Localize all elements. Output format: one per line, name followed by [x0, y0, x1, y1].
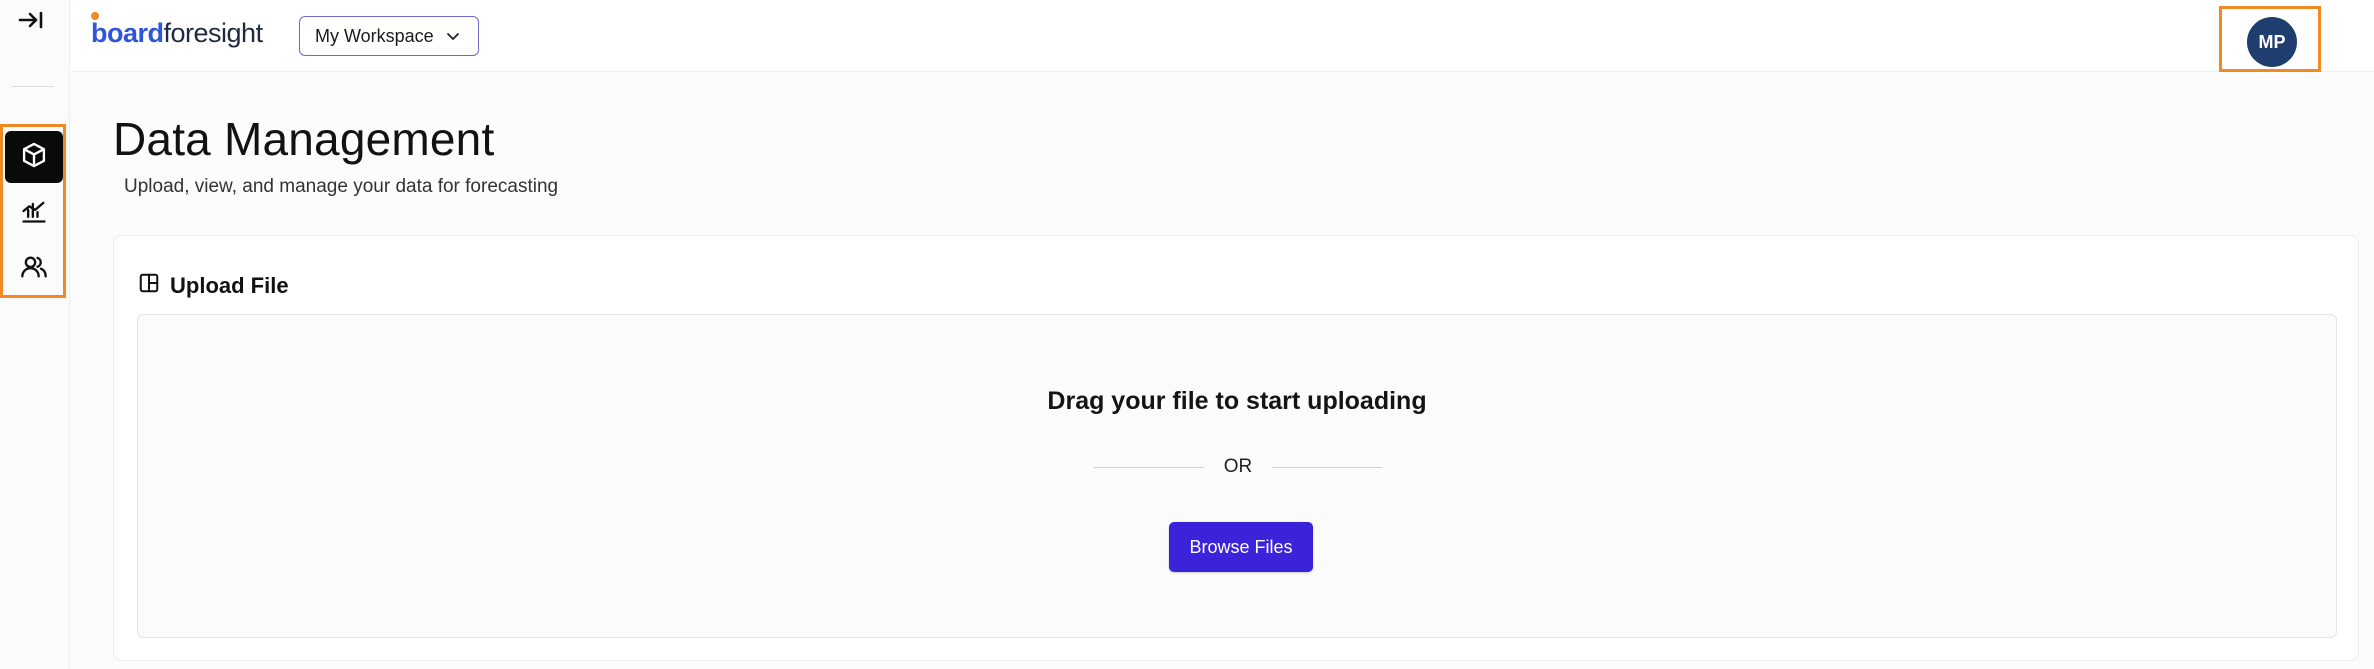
sidebar-nav-group	[0, 124, 66, 298]
chevron-down-icon	[446, 26, 460, 47]
divider-line-left	[1094, 466, 1204, 468]
page-subtitle: Upload, view, and manage your data for f…	[124, 176, 559, 197]
sidebar	[0, 0, 70, 669]
or-label: OR	[1223, 456, 1253, 477]
avatar[interactable]: MP	[2247, 17, 2297, 67]
chart-icon	[20, 197, 48, 230]
browse-files-button[interactable]: Browse Files	[1169, 522, 1313, 572]
workspace-selector[interactable]: My Workspace	[299, 16, 479, 56]
top-header: board foresight My Workspace MP	[71, 0, 2374, 72]
upload-card: Upload File Drag your file to start uplo…	[113, 235, 2359, 661]
upload-card-title: Upload File	[170, 272, 289, 298]
logo-suffix: foresight	[163, 18, 264, 48]
sidebar-item-data-management[interactable]	[5, 131, 63, 183]
users-icon	[20, 253, 48, 286]
or-separator: OR	[1094, 455, 1382, 479]
sidebar-item-analytics[interactable]	[5, 187, 63, 239]
brand-logo[interactable]: board foresight	[91, 12, 264, 49]
arrow-right-to-bar-icon	[18, 10, 44, 35]
logo-dot	[91, 12, 99, 20]
avatar-highlight: MP	[2219, 6, 2321, 72]
cube-icon	[20, 141, 48, 174]
divider-line-right	[1272, 466, 1382, 468]
app-root: board foresight My Workspace MP Data Mana…	[0, 0, 2374, 669]
workspace-label: My Workspace	[315, 25, 434, 46]
logo-prefix: board	[91, 18, 164, 48]
page-title: Data Management	[113, 113, 495, 165]
layout-panel-icon	[138, 272, 160, 299]
sidebar-item-users[interactable]	[5, 243, 63, 295]
upload-card-header: Upload File	[138, 272, 289, 299]
file-dropzone[interactable]: Drag your file to start uploading OR Bro…	[137, 314, 2337, 638]
dropzone-title: Drag your file to start uploading	[1047, 387, 1427, 415]
sidebar-divider	[12, 86, 54, 87]
sidebar-collapse-button[interactable]	[14, 8, 48, 36]
